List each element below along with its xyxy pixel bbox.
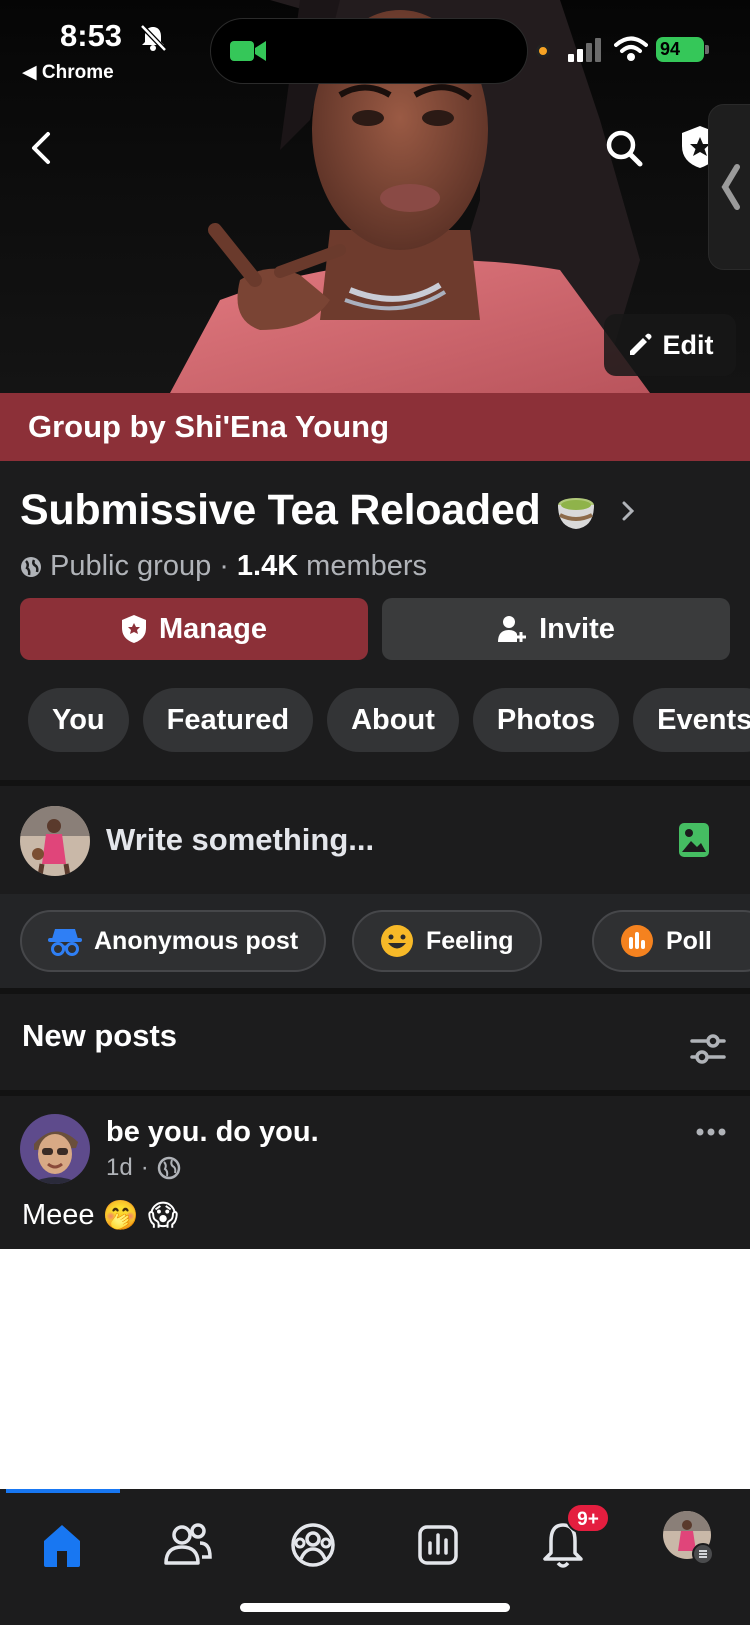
poll-label: Poll — [666, 926, 712, 955]
anonymous-post-chip[interactable]: Anonymous post — [20, 910, 327, 972]
post-author-name[interactable]: be you. do you. — [106, 1116, 319, 1149]
pencil-icon — [629, 333, 651, 355]
manage-label: Manage — [159, 612, 267, 645]
write-something-input[interactable]: Write something... — [106, 822, 374, 858]
battery-nub — [705, 45, 709, 54]
group-owner-text: Group by Shi'Ena Young — [28, 409, 390, 444]
tab-photos[interactable]: Photos — [472, 688, 620, 752]
author-avatar-image — [20, 1114, 90, 1184]
post-time[interactable]: 1d — [106, 1154, 133, 1182]
meta-separator: · — [219, 550, 229, 582]
invite-button[interactable]: Invite — [382, 598, 730, 660]
chevron-right-icon — [622, 501, 635, 520]
smiley-icon — [381, 925, 413, 957]
menu-badge-icon — [692, 1543, 714, 1565]
groups-icon[interactable] — [283, 1515, 343, 1575]
add-person-icon — [498, 616, 527, 642]
group-meta[interactable]: Public group · 1.4K members — [20, 550, 427, 583]
post-options-strip: Anonymous post Feeling Poll — [0, 894, 750, 988]
anonymous-post-label: Anonymous post — [94, 926, 299, 955]
group-title-row[interactable]: Submissive Tea Reloaded — [20, 486, 636, 535]
home-indicator[interactable] — [240, 1603, 510, 1612]
privacy-indicator-dot — [536, 44, 550, 58]
chevron-left-icon — [721, 164, 740, 210]
post-author-avatar[interactable] — [20, 1114, 90, 1184]
status-time: 8:53 — [60, 18, 123, 53]
user-avatar-image — [20, 806, 90, 876]
globe-icon — [21, 556, 41, 577]
members-label: members — [306, 550, 428, 582]
feeling-chip[interactable]: Feeling — [352, 910, 542, 972]
tab-about[interactable]: About — [327, 688, 459, 752]
friends-icon[interactable] — [158, 1515, 218, 1575]
new-posts-heading: New posts — [22, 1018, 178, 1053]
more-options-icon[interactable] — [696, 1128, 726, 1136]
members-count: 1.4K — [236, 550, 299, 582]
battery-level: 94 — [656, 37, 704, 62]
manage-button[interactable]: Manage — [20, 598, 368, 660]
back-arrow-icon[interactable] — [26, 128, 56, 168]
section-divider — [0, 780, 750, 786]
post-body: Meee 🤭 😱 — [22, 1198, 178, 1233]
feeling-label: Feeling — [426, 926, 514, 955]
post-text: Meee — [22, 1199, 95, 1231]
incognito-icon — [48, 929, 82, 956]
post-emoji: 🤭 😱 — [102, 1198, 179, 1232]
composer-avatar[interactable] — [20, 806, 90, 876]
tab-you[interactable]: You — [28, 688, 129, 752]
search-icon[interactable] — [604, 128, 644, 168]
shield-icon — [122, 615, 146, 643]
edit-label: Edit — [662, 329, 714, 360]
post-media-area[interactable] — [0, 1249, 750, 1489]
dashboard-icon[interactable] — [408, 1515, 468, 1575]
silent-bell-icon — [140, 24, 167, 52]
cellular-signal-icon — [568, 38, 601, 62]
invite-label: Invite — [539, 612, 615, 645]
post-meta: 1d · — [106, 1154, 181, 1182]
hamburger-icon — [699, 1550, 707, 1558]
tab-featured[interactable]: Featured — [142, 688, 314, 752]
back-to-chrome-link[interactable]: ◀ Chrome — [22, 61, 114, 84]
post-meta-separator: · — [140, 1154, 149, 1181]
edit-cover-button[interactable]: Edit — [604, 314, 736, 376]
active-tab-indicator — [6, 1489, 120, 1493]
tab-events[interactable]: Events — [633, 688, 750, 752]
poll-icon — [621, 925, 653, 957]
poll-chip[interactable]: Poll — [592, 910, 750, 972]
group-owner-bar[interactable]: Group by Shi'Ena Young — [0, 393, 750, 461]
globe-icon — [157, 1156, 180, 1180]
group-title: Submissive Tea Reloaded — [20, 486, 541, 534]
side-panel-handle[interactable] — [708, 104, 750, 270]
facetime-icon — [230, 41, 266, 61]
photo-icon[interactable] — [678, 822, 710, 858]
section-divider — [0, 1090, 750, 1096]
home-icon[interactable] — [32, 1515, 92, 1575]
tea-cup-icon — [558, 497, 595, 529]
filter-sliders-icon[interactable] — [690, 1032, 726, 1066]
group-tabs: You Featured About Photos Events — [28, 688, 750, 752]
privacy-label: Public group — [50, 550, 212, 582]
wifi-icon — [614, 36, 648, 61]
notification-badge: 9+ — [566, 1503, 610, 1533]
section-divider — [0, 988, 750, 994]
